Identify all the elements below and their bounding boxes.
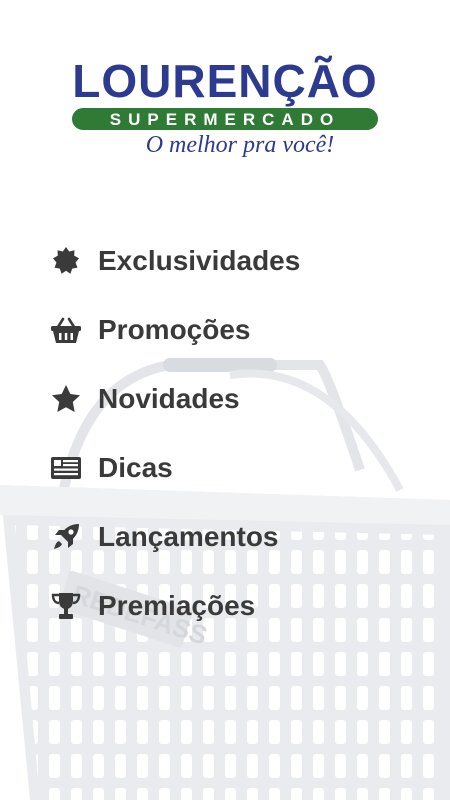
menu-item-exclusividades[interactable]: Exclusividades — [50, 226, 300, 295]
menu-item-promocoes[interactable]: Promoções — [50, 295, 300, 364]
badge-icon — [50, 245, 82, 277]
menu-item-novidades[interactable]: Novidades — [50, 364, 300, 433]
logo-subtitle: SUPERMERCADO — [109, 110, 341, 129]
menu-label-dicas: Dicas — [98, 451, 173, 483]
menu-label-novidades: Novidades — [98, 382, 240, 414]
logo-name: LOURENÇÃO — [72, 55, 378, 107]
menu-item-premiacoes[interactable]: Premiações — [50, 571, 300, 640]
menu-label-lancamentos: Lançamentos — [98, 520, 279, 552]
menu-label-exclusividades: Exclusividades — [98, 244, 301, 276]
basket-icon — [50, 314, 82, 346]
menu-label-promocoes: Promoções — [98, 313, 251, 345]
menu-label-premiacoes: Premiações — [98, 589, 256, 621]
logo-tagline: O melhor pra você! — [145, 132, 335, 158]
menu-item-lancamentos[interactable]: Lançamentos — [50, 502, 300, 571]
main-menu: Exclusividades Promoções Novidades Dicas… — [50, 226, 300, 640]
newspaper-icon — [50, 452, 82, 484]
star-icon — [50, 383, 82, 415]
store-logo: LOURENÇÃO SUPERMERCADO O melhor pra você… — [0, 50, 450, 180]
rocket-icon — [50, 521, 82, 553]
menu-item-dicas[interactable]: Dicas — [50, 433, 300, 502]
trophy-icon — [50, 590, 82, 622]
